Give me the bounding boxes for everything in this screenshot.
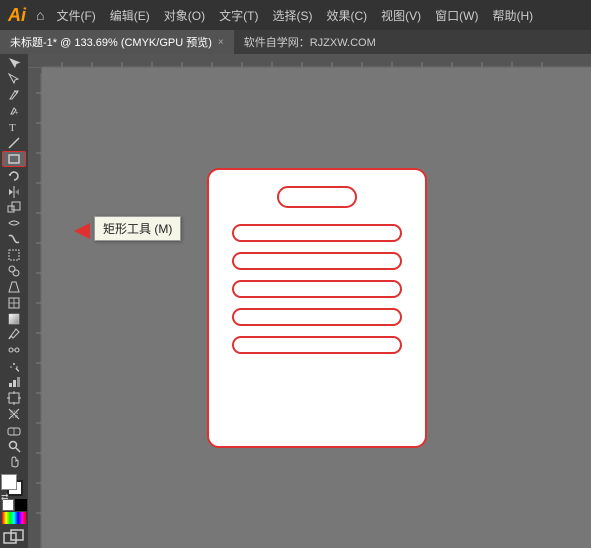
selection-tool[interactable] bbox=[2, 56, 26, 71]
rectangle-tool[interactable] bbox=[2, 151, 26, 167]
hand-tool[interactable] bbox=[2, 454, 26, 469]
menu-bar: 文件(F) 编辑(E) 对象(O) 文字(T) 选择(S) 效果(C) 视图(V… bbox=[50, 5, 539, 26]
fill-swatch[interactable] bbox=[1, 474, 17, 490]
ruler-top bbox=[28, 54, 591, 68]
artboard-tool[interactable] bbox=[2, 391, 26, 406]
menu-select[interactable]: 选择(S) bbox=[266, 5, 318, 26]
perspective-tool[interactable] bbox=[2, 279, 26, 294]
quick-color-area bbox=[2, 499, 27, 524]
toolbar: + T bbox=[0, 54, 28, 548]
document-canvas bbox=[207, 168, 427, 448]
tab-bar: 未标题-1* @ 133.69% (CMYK/GPU 预览) × 软件自学网：R… bbox=[0, 30, 591, 54]
menu-view[interactable]: 视图(V) bbox=[375, 5, 427, 26]
rotate-tool[interactable] bbox=[2, 168, 26, 183]
slice-tool[interactable] bbox=[2, 406, 26, 421]
width-tool[interactable] bbox=[2, 216, 26, 231]
eyedropper-tool[interactable] bbox=[2, 327, 26, 342]
doc-line-2 bbox=[232, 252, 402, 270]
blend-tool[interactable] bbox=[2, 343, 26, 358]
free-transform-tool[interactable] bbox=[2, 248, 26, 263]
site-label: 软件自学网：RJZXW.COM bbox=[234, 30, 386, 54]
add-anchor-tool[interactable]: + bbox=[2, 104, 26, 119]
canvas-area[interactable]: 矩形工具 (M) bbox=[42, 68, 591, 548]
warp-tool[interactable] bbox=[2, 232, 26, 247]
reflect-tool[interactable] bbox=[2, 184, 26, 199]
color-gradient-bar[interactable] bbox=[2, 512, 26, 524]
scale-tool[interactable] bbox=[2, 200, 26, 215]
svg-text:T: T bbox=[9, 122, 16, 134]
ruler-left bbox=[28, 68, 42, 548]
menu-help[interactable]: 帮助(H) bbox=[486, 5, 539, 26]
menu-edit[interactable]: 编辑(E) bbox=[104, 5, 156, 26]
symbol-sprayer-tool[interactable] bbox=[2, 359, 26, 374]
tooltip-arrow bbox=[74, 223, 104, 239]
doc-header-shape bbox=[277, 186, 357, 208]
gradient-tool[interactable] bbox=[2, 311, 26, 326]
doc-line-1 bbox=[232, 224, 402, 242]
tooltip: 矩形工具 (M) bbox=[94, 216, 181, 241]
tab-close-button[interactable]: × bbox=[218, 37, 224, 48]
zoom-tool[interactable] bbox=[2, 438, 26, 453]
canvas-row: 矩形工具 (M) bbox=[28, 68, 591, 548]
main-area: + T bbox=[0, 54, 591, 548]
type-tool[interactable]: T bbox=[2, 120, 26, 135]
shape-builder-tool[interactable] bbox=[2, 264, 26, 279]
color-swatch-area: ⇄ bbox=[1, 474, 27, 496]
menu-window[interactable]: 窗口(W) bbox=[429, 5, 484, 26]
black-swatch[interactable] bbox=[15, 499, 27, 511]
doc-line-5 bbox=[232, 336, 402, 354]
menu-text[interactable]: 文字(T) bbox=[213, 5, 264, 26]
artboard-switcher[interactable] bbox=[3, 529, 25, 548]
canvas-container: 矩形工具 (M) bbox=[28, 54, 591, 548]
svg-text:+: + bbox=[15, 111, 19, 117]
doc-line-4 bbox=[232, 308, 402, 326]
eraser-tool[interactable] bbox=[2, 422, 26, 437]
menu-file[interactable]: 文件(F) bbox=[50, 5, 101, 26]
doc-line-3 bbox=[232, 280, 402, 298]
direct-selection-tool[interactable] bbox=[2, 72, 26, 87]
menu-object[interactable]: 对象(O) bbox=[158, 5, 211, 26]
line-tool[interactable] bbox=[2, 135, 26, 150]
tooltip-text: 矩形工具 (M) bbox=[103, 222, 172, 236]
pen-tool[interactable] bbox=[2, 88, 26, 103]
tab-label: 未标题-1* @ 133.69% (CMYK/GPU 预览) bbox=[10, 34, 212, 50]
active-tab[interactable]: 未标题-1* @ 133.69% (CMYK/GPU 预览) × bbox=[0, 30, 234, 54]
mesh-tool[interactable] bbox=[2, 295, 26, 310]
title-bar: Ai ⌂ 文件(F) 编辑(E) 对象(O) 文字(T) 选择(S) 效果(C)… bbox=[0, 0, 591, 30]
swap-colors-icon[interactable]: ⇄ bbox=[1, 492, 9, 503]
home-icon[interactable]: ⌂ bbox=[36, 7, 44, 23]
graph-tool[interactable] bbox=[2, 375, 26, 390]
menu-effect[interactable]: 效果(C) bbox=[320, 5, 373, 26]
ai-logo: Ai bbox=[8, 5, 26, 26]
